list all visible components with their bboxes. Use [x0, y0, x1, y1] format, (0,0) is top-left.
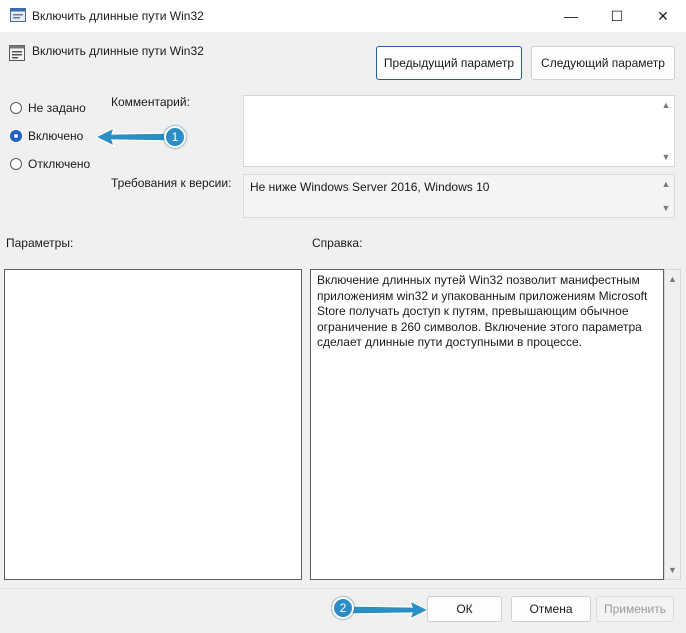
scroll-up-icon[interactable]: ▲: [668, 274, 677, 284]
scroll-down-icon[interactable]: ▼: [662, 203, 671, 213]
comment-textarea[interactable]: ▲ ▼: [243, 95, 675, 167]
requirements-value: Не ниже Windows Server 2016, Windows 10: [250, 180, 490, 194]
setting-title: Включить длинные пути Win32: [32, 44, 204, 58]
close-icon: ✕: [657, 7, 669, 24]
next-setting-button[interactable]: Следующий параметр: [531, 46, 675, 80]
close-button[interactable]: ✕: [640, 0, 686, 32]
help-scrollbar-arrows: ▲ ▼: [665, 270, 680, 579]
options-label: Параметры:: [6, 236, 74, 250]
radio-disabled[interactable]: Отключено: [10, 157, 90, 171]
ok-button[interactable]: ОК: [427, 596, 502, 622]
apply-button[interactable]: Применить: [596, 596, 674, 622]
radio-enabled-circle[interactable]: [10, 130, 22, 142]
scroll-down-icon[interactable]: ▼: [668, 565, 677, 575]
requirements-field: Не ниже Windows Server 2016, Windows 10 …: [243, 174, 675, 218]
help-label: Справка:: [312, 236, 363, 250]
help-text: Включение длинных путей Win32 позволит м…: [317, 273, 648, 349]
radio-disabled-label: Отключено: [28, 157, 91, 171]
radio-not-configured-circle[interactable]: [10, 102, 22, 114]
radio-not-configured-label: Не задано: [28, 101, 86, 115]
policy-setting-icon: [9, 45, 25, 61]
footer-divider: [0, 588, 686, 589]
minimize-icon: —: [564, 8, 578, 24]
radio-not-configured[interactable]: Не задано: [10, 101, 86, 115]
scroll-down-icon[interactable]: ▼: [662, 152, 671, 162]
policy-window-icon: [10, 8, 26, 22]
comment-label: Комментарий:: [111, 95, 190, 109]
window-title: Включить длинные пути Win32: [32, 9, 204, 23]
maximize-icon: ☐: [610, 7, 624, 24]
scroll-up-icon[interactable]: ▲: [662, 100, 671, 110]
radio-enabled-label: Включено: [28, 129, 84, 143]
scroll-up-icon[interactable]: ▲: [662, 179, 671, 189]
comment-scrollbar[interactable]: ▲ ▼: [658, 96, 674, 166]
radio-enabled[interactable]: Включено: [10, 129, 83, 143]
previous-setting-button[interactable]: Предыдущий параметр: [376, 46, 522, 80]
help-scrollbar[interactable]: ▲ ▼: [664, 269, 681, 580]
requirements-scrollbar[interactable]: ▲ ▼: [658, 175, 674, 217]
maximize-button[interactable]: ☐: [594, 0, 640, 32]
cancel-button[interactable]: Отмена: [511, 596, 591, 622]
radio-disabled-circle[interactable]: [10, 158, 22, 170]
annotation-badge-1: 1: [164, 126, 186, 148]
options-panel: [4, 269, 302, 580]
title-bar: Включить длинные пути Win32 — ☐ ✕: [0, 0, 686, 32]
annotation-badge-2: 2: [332, 597, 354, 619]
requirements-label: Требования к версии:: [111, 176, 232, 190]
help-panel: Включение длинных путей Win32 позволит м…: [310, 269, 664, 580]
minimize-button[interactable]: —: [548, 0, 594, 32]
